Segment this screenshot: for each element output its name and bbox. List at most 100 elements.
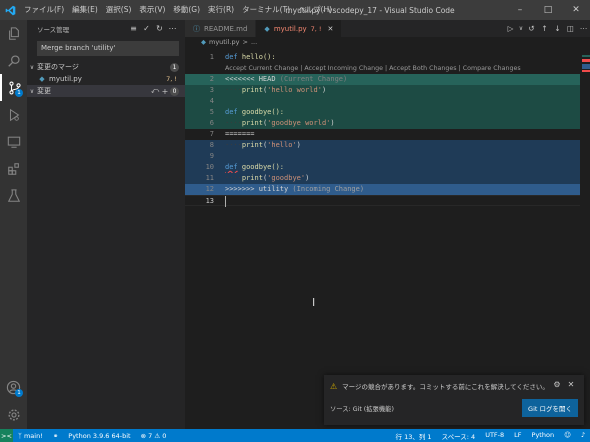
conflict-current-header: 2 <<<<<<< HEAD (Current Change)	[185, 74, 580, 85]
code-editor[interactable]: 1 def hello(): Accept Current Change | A…	[185, 52, 580, 207]
status-bar: >< ᛉ main! ⚭ Python 3.9.6 64-bit ⊗ 7 ⚠ 0…	[0, 429, 590, 442]
source-control-icon[interactable]: 1	[0, 74, 27, 101]
python-interpreter[interactable]: Python 3.9.6 64-bit	[63, 432, 135, 440]
merge-file-item[interactable]: ◆ myutil.py 7, !	[27, 73, 185, 85]
accounts-icon[interactable]: 1	[0, 374, 27, 401]
view-as-tree-icon[interactable]: ≡	[127, 24, 140, 33]
notification-message: マージの競合があります。コミットする前にこれを解決してください。	[342, 383, 549, 391]
more-actions-icon[interactable]: ⋯	[577, 24, 590, 33]
manage-gear-icon[interactable]	[0, 401, 27, 428]
open-changes-icon[interactable]: ↺	[525, 24, 538, 33]
menu-help[interactable]: ヘルプ(H)	[294, 0, 336, 20]
warning-icon: ⚠	[330, 381, 338, 391]
tab-myutil[interactable]: ◆ myutil.py 7, ! ✕	[256, 20, 343, 37]
function-name: print	[241, 141, 263, 149]
text-cursor	[225, 196, 226, 207]
whitespace: ····	[225, 174, 242, 182]
stage-all-icon[interactable]: +	[160, 87, 170, 96]
paren: )	[321, 86, 327, 94]
discard-all-icon[interactable]: ⤺	[150, 86, 160, 96]
editor-area: ⓘ README.md ◆ myutil.py 7, ! ✕ ▷ ∨ ↺ ↑ ↓…	[185, 20, 590, 429]
line-number: 10	[205, 163, 214, 171]
overview-ruler[interactable]	[580, 37, 590, 429]
close-tab-icon[interactable]: ✕	[328, 25, 334, 33]
split-editor-icon[interactable]: ◫	[564, 24, 577, 33]
remote-icon[interactable]: ><	[0, 429, 13, 442]
menu-view[interactable]: 表示(V)	[135, 0, 169, 20]
string: 'hello world'	[267, 86, 322, 94]
notification-actions: ⚙ ✕	[550, 380, 578, 389]
window-controls: – □ ✕	[506, 0, 590, 20]
remote-explorer-icon[interactable]	[0, 128, 27, 155]
merge-conflict-notification: ⚠ マージの競合があります。コミットする前にこれを解決してください。 ⚙ ✕ ソ…	[324, 375, 584, 425]
function-name: print	[241, 86, 263, 94]
keyword: def	[225, 163, 238, 171]
encoding[interactable]: UTF-8	[480, 431, 509, 441]
extensions-icon[interactable]	[0, 155, 27, 182]
code-line: 11 ····print('goodbye')	[185, 173, 580, 184]
merge-changes-group[interactable]: ∨ 変更のマージ 1	[27, 61, 185, 73]
breadcrumb-more[interactable]: ...	[251, 38, 257, 46]
menu-selection[interactable]: 選択(S)	[102, 0, 136, 20]
tab-readme[interactable]: ⓘ README.md	[185, 20, 257, 37]
editor-actions: ▷ ∨ ↺ ↑ ↓ ◫ ⋯	[504, 20, 590, 37]
code-line: 13	[185, 195, 580, 207]
source-control-sidebar: ソース管理 ≡ ✓ ↻ ⋯ Merge branch 'utility' ∨ 変…	[27, 20, 185, 429]
paren: )	[296, 141, 301, 149]
menu-go[interactable]: 移動(G)	[169, 0, 204, 20]
code-line: 3 ····print('hello world')	[185, 85, 580, 96]
explorer-icon[interactable]	[0, 20, 27, 47]
close-icon[interactable]: ✕	[564, 380, 578, 389]
merge-codelens-actions[interactable]: Accept Current Change | Accept Incoming …	[185, 63, 580, 74]
testing-icon[interactable]	[0, 182, 27, 209]
open-git-log-button[interactable]: Git ログを開く	[522, 399, 578, 417]
gear-icon[interactable]: ⚙	[550, 380, 564, 389]
tab-readme-label: README.md	[204, 24, 248, 33]
close-icon[interactable]: ✕	[562, 0, 590, 20]
cursor-position[interactable]: 行 13、列 1	[391, 431, 437, 441]
sidebar-title: ソース管理	[37, 25, 70, 34]
keyword: def	[225, 108, 238, 116]
search-icon[interactable]	[0, 47, 27, 74]
minimize-icon[interactable]: –	[506, 0, 534, 20]
menu-file[interactable]: ファイル(F)	[20, 0, 68, 20]
menu-run[interactable]: 実行(R)	[204, 0, 238, 20]
menu-terminal[interactable]: ターミナル(T)	[238, 0, 294, 20]
notifications-bell-icon[interactable]: ♪	[576, 431, 590, 441]
function-name: print	[241, 174, 263, 182]
indentation[interactable]: スペース: 4	[437, 431, 481, 441]
whitespace: ····	[225, 141, 242, 149]
menu-edit[interactable]: 編集(E)	[68, 0, 102, 20]
code-text: goodbye():	[237, 108, 285, 116]
commit-message-input[interactable]: Merge branch 'utility'	[37, 41, 179, 56]
refresh-icon[interactable]: ↻	[153, 24, 166, 33]
sync-icon[interactable]: ⚭	[48, 432, 63, 440]
code-line: 9	[185, 151, 580, 162]
ruler-current-mark	[582, 55, 590, 57]
more-actions-icon[interactable]: ⋯	[166, 24, 179, 33]
next-conflict-icon[interactable]: ↓	[551, 24, 564, 33]
run-icon[interactable]: ▷	[504, 24, 517, 33]
whitespace: ····	[225, 86, 242, 94]
code-line: 1 def hello():	[185, 52, 580, 63]
maximize-icon[interactable]: □	[534, 0, 562, 20]
run-debug-icon[interactable]	[0, 101, 27, 128]
conflict-label: (Incoming Change)	[288, 185, 365, 193]
code-line: 8 ····print('hello')	[185, 140, 580, 151]
problems-indicator[interactable]: ⊗ 7 ⚠ 0	[136, 432, 172, 440]
notification-message-row: ⚠ マージの競合があります。コミットする前にこれを解決してください。	[330, 381, 549, 392]
breadcrumb-file[interactable]: myutil.py	[209, 38, 240, 46]
run-dropdown-icon[interactable]: ∨	[517, 25, 525, 32]
branch-indicator[interactable]: ᛉ main!	[13, 432, 48, 440]
commit-check-icon[interactable]: ✓	[140, 24, 153, 33]
feedback-icon[interactable]: ☺	[559, 431, 576, 441]
warning-count: 0	[162, 431, 167, 440]
previous-conflict-icon[interactable]: ↑	[538, 24, 551, 33]
line-number: 4	[209, 97, 214, 105]
function-name: print	[241, 119, 263, 127]
end-of-line[interactable]: LF	[509, 431, 526, 441]
changes-group[interactable]: ∨ 変更 ⤺ + 0	[27, 85, 185, 97]
status-bar-right: 行 13、列 1 スペース: 4 UTF-8 LF Python ☺ ♪	[391, 431, 590, 441]
string: 'goodbye world'	[267, 119, 331, 127]
language-mode[interactable]: Python	[527, 431, 560, 441]
